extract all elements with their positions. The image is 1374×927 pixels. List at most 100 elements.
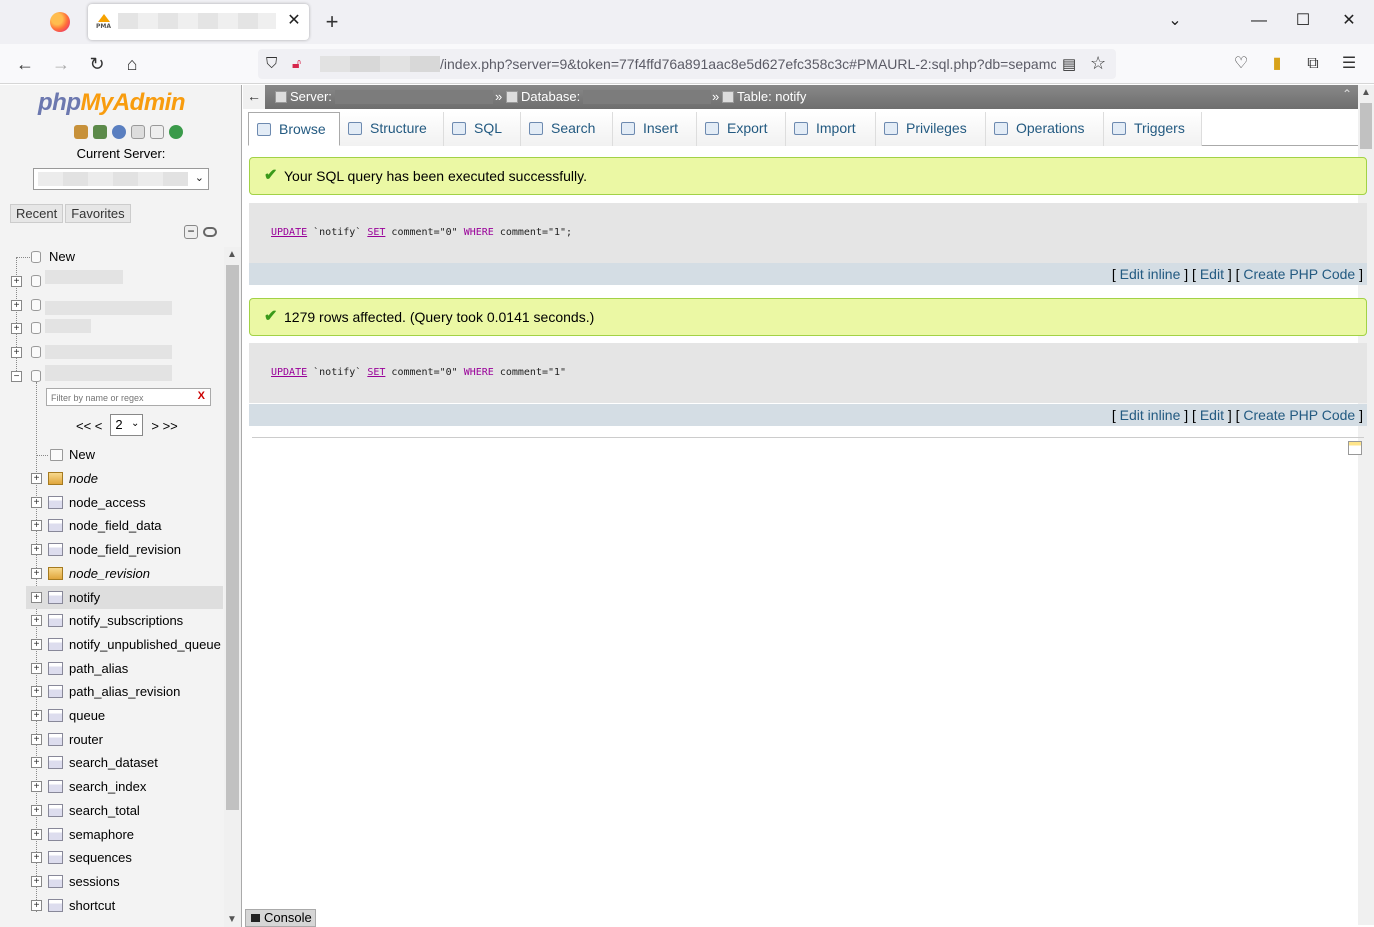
forward-icon[interactable]: → xyxy=(49,52,73,76)
collapse-top-menu-icon[interactable]: ⌃ xyxy=(1342,87,1352,101)
table-item-search-dataset[interactable]: + search_dataset xyxy=(26,751,223,774)
reload-icon[interactable]: ↻ xyxy=(85,52,109,76)
back-icon[interactable]: ← xyxy=(13,52,37,76)
table-name[interactable]: search_dataset xyxy=(69,751,158,774)
expand-icon[interactable]: + xyxy=(31,544,42,556)
home-icon[interactable]: ⌂ xyxy=(120,52,144,76)
table-name[interactable]: notify_subscriptions xyxy=(69,609,183,632)
extension-icon[interactable]: ▮ xyxy=(1267,54,1287,74)
create-php-code-link[interactable]: Create PHP Code xyxy=(1243,266,1355,282)
tracking-shield-icon[interactable]: ⛉ xyxy=(266,55,282,73)
bookmark-note-icon[interactable] xyxy=(1348,441,1362,455)
table-name[interactable]: queue xyxy=(69,704,105,727)
pager-next-last[interactable]: > >> xyxy=(151,418,177,433)
expand-icon[interactable]: + xyxy=(31,899,42,911)
table-item-node-access[interactable]: + node_access xyxy=(26,491,223,514)
table-name[interactable]: notify_unpublished_queue xyxy=(69,633,221,656)
recent-tab[interactable]: Recent xyxy=(10,204,64,223)
settings-icon[interactable] xyxy=(150,125,164,139)
table-name[interactable]: node xyxy=(69,467,98,490)
new-database-link[interactable]: New xyxy=(49,249,75,264)
scroll-down-icon[interactable]: ▼ xyxy=(227,914,237,925)
table-name[interactable]: notify xyxy=(69,586,100,609)
expand-icon[interactable]: + xyxy=(31,710,42,721)
table-icon[interactable] xyxy=(48,756,63,770)
home-icon[interactable] xyxy=(74,125,88,139)
table-item-path-alias[interactable]: + path_alias xyxy=(26,657,223,680)
table-item-node-field-revision[interactable]: + node_field_revision xyxy=(26,538,223,561)
edit-inline-link[interactable]: Edit inline xyxy=(1120,266,1181,282)
reader-view-icon[interactable]: ▤ xyxy=(1062,55,1076,73)
expand-icon[interactable]: + xyxy=(31,828,42,840)
url-text[interactable]: /index.php?server=9&token=77f4ffd76a891a… xyxy=(440,56,1056,74)
navigation-scrollbar[interactable]: ▲ ▼ xyxy=(224,247,241,927)
table-name[interactable]: search_index xyxy=(69,775,146,798)
server-select[interactable]: ⌄ xyxy=(33,168,209,190)
view-icon[interactable] xyxy=(48,472,63,485)
tab-insert[interactable]: Insert xyxy=(613,112,697,146)
phpmyadmin-logo[interactable]: phpMyAdmin xyxy=(38,89,185,117)
table-icon[interactable] xyxy=(48,780,63,794)
bookmark-star-icon[interactable]: ☆ xyxy=(1090,53,1106,74)
browser-tab-active[interactable]: PMA ✕ xyxy=(88,4,309,40)
table-icon[interactable] xyxy=(48,874,63,888)
url-bar[interactable]: ⛉ 🔓︎ /index.php?server=9&token=77f4ffd76… xyxy=(258,49,1116,79)
close-window-icon[interactable]: ✕ xyxy=(1338,10,1360,32)
table-item-node-field-data[interactable]: + node_field_data xyxy=(26,514,223,537)
maximize-icon[interactable]: ☐ xyxy=(1292,10,1314,32)
expand-icon[interactable]: + xyxy=(31,804,42,816)
expand-icon[interactable]: + xyxy=(11,347,22,358)
collapse-icon[interactable]: − xyxy=(11,371,22,382)
scroll-up-icon[interactable]: ▲ xyxy=(227,249,237,260)
breadcrumb-database[interactable]: Database: xyxy=(506,89,580,104)
tab-import[interactable]: Import xyxy=(786,112,876,146)
table-item-sequences[interactable]: + sequences xyxy=(26,846,223,869)
tab-browse[interactable]: Browse xyxy=(248,112,340,146)
table-item-notify[interactable]: + notify xyxy=(26,585,223,609)
table-item-queue[interactable]: + queue xyxy=(26,704,223,727)
table-icon[interactable] xyxy=(48,898,63,912)
edit-link[interactable]: Edit xyxy=(1200,266,1224,282)
tab-operations[interactable]: Operations xyxy=(986,112,1104,146)
table-icon[interactable] xyxy=(48,851,63,865)
expand-icon[interactable]: + xyxy=(11,323,22,334)
database-name-redacted[interactable] xyxy=(45,365,172,381)
pocket-icon[interactable]: ♡ xyxy=(1231,54,1251,74)
breadcrumb-server[interactable]: Server: xyxy=(275,89,332,104)
tab-sql[interactable]: SQL xyxy=(444,112,521,146)
collapse-all-icon[interactable]: − xyxy=(184,225,198,239)
toggle-navigation-icon[interactable]: ← xyxy=(243,85,265,109)
edit-inline-link[interactable]: Edit inline xyxy=(1120,407,1181,423)
table-name[interactable]: path_alias_revision xyxy=(69,680,180,703)
table-item-router[interactable]: + router xyxy=(26,728,223,751)
scrollbar-thumb[interactable] xyxy=(1360,103,1372,149)
table-item-sessions[interactable]: + sessions xyxy=(26,870,223,893)
scroll-up-icon[interactable]: ▲ xyxy=(1361,87,1371,98)
logout-icon[interactable] xyxy=(93,125,107,139)
table-icon[interactable] xyxy=(48,709,63,722)
database-name-redacted[interactable] xyxy=(45,319,91,333)
table-name[interactable]: sequences xyxy=(69,846,132,869)
pager-first-prev[interactable]: << < xyxy=(76,418,102,433)
menu-icon[interactable]: ☰ xyxy=(1339,54,1359,74)
table-item-notify-unpublished-queue[interactable]: + notify_unpublished_queue xyxy=(26,633,223,656)
expand-icon[interactable]: + xyxy=(31,591,42,603)
table-name[interactable]: path_alias xyxy=(69,657,128,680)
table-name[interactable]: node_access xyxy=(69,491,146,514)
breadcrumb-table[interactable]: Table: notify xyxy=(722,89,806,104)
tab-export[interactable]: Export xyxy=(697,112,786,146)
expand-icon[interactable]: + xyxy=(31,520,42,532)
firefox-icon[interactable] xyxy=(50,12,70,32)
database-name-redacted[interactable] xyxy=(45,301,172,315)
view-icon[interactable] xyxy=(48,566,63,580)
table-name[interactable]: node_revision xyxy=(69,562,150,585)
table-icon[interactable] xyxy=(48,661,63,675)
reload-navigation-icon[interactable] xyxy=(169,125,183,139)
new-tab-button[interactable]: + xyxy=(320,10,344,34)
documentation-icon[interactable] xyxy=(131,125,145,139)
table-name[interactable]: shortcut xyxy=(69,894,115,917)
expand-icon[interactable]: + xyxy=(31,473,42,484)
tab-triggers[interactable]: Triggers xyxy=(1104,112,1202,146)
table-item-node[interactable]: + node xyxy=(26,467,223,490)
new-table-link[interactable]: New xyxy=(69,447,95,462)
